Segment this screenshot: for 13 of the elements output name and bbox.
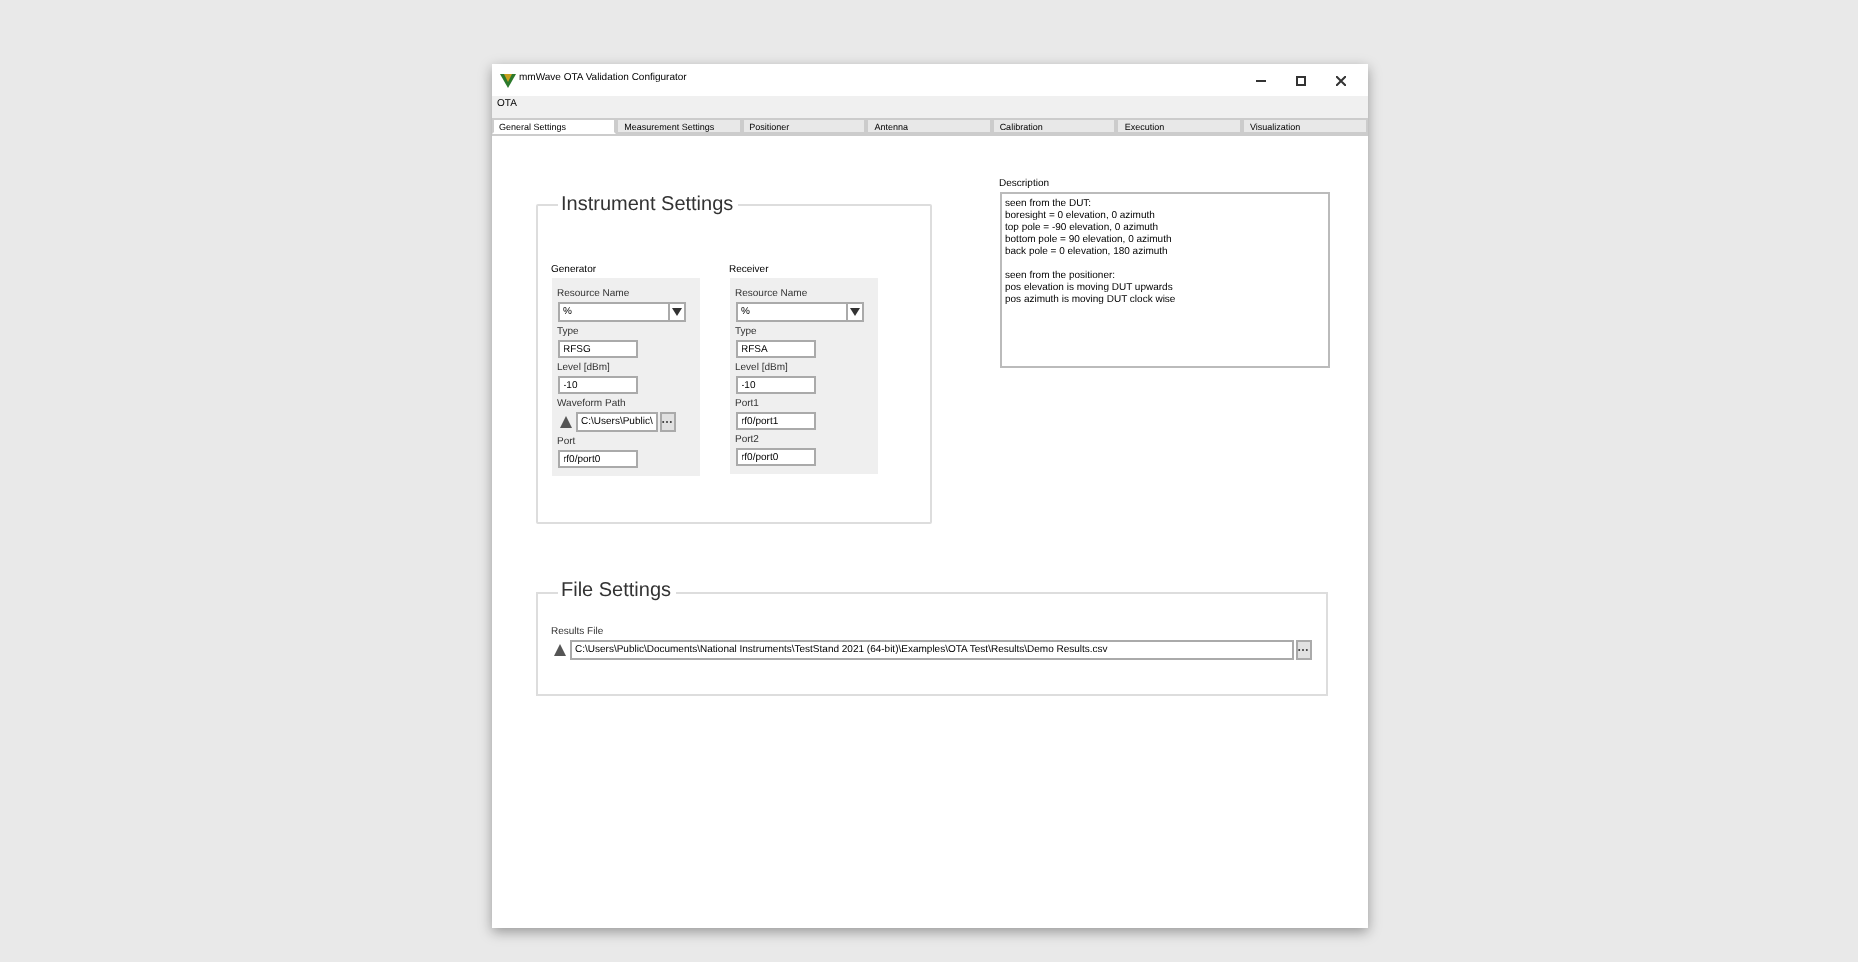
description-box[interactable]	[999, 192, 1329, 368]
dropdown-caret-icon	[667, 304, 683, 320]
app-logo-icon	[499, 73, 515, 87]
maximize-icon	[1296, 75, 1306, 85]
section-title: File Settings	[557, 580, 676, 604]
close-icon	[1336, 75, 1346, 85]
browse-button[interactable]	[1295, 640, 1311, 660]
dropdown-caret-icon	[845, 304, 861, 320]
path-icon[interactable]	[557, 414, 573, 430]
browse-button[interactable]	[660, 412, 677, 432]
section-title: Instrument Settings	[557, 194, 738, 218]
path-icon[interactable]	[551, 642, 567, 658]
minimize-icon	[1256, 79, 1266, 81]
